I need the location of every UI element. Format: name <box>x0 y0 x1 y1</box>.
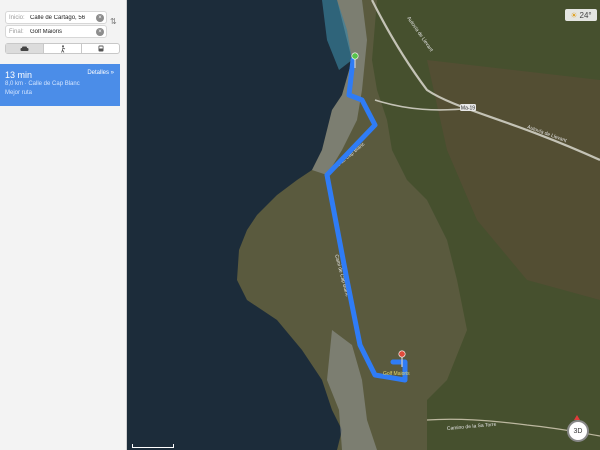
transit-icon <box>98 45 103 51</box>
route-distance: 8,0 km · Calle de Cap Blanc <box>5 81 80 87</box>
clear-start-icon[interactable]: × <box>96 13 104 22</box>
end-pin-icon <box>398 350 406 358</box>
walk-mode-button[interactable] <box>44 44 82 53</box>
3d-button[interactable]: 3D <box>567 420 589 442</box>
start-label: Inicio: <box>9 14 25 21</box>
start-input[interactable]: Calle de Cartago, 56 <box>30 15 96 21</box>
directions-sidebar: Inicio: Calle de Cartago, 56 × Final: Go… <box>0 0 127 450</box>
car-mode-button[interactable] <box>6 44 44 53</box>
walk-icon <box>60 44 65 53</box>
route-time: 13 min <box>5 70 33 80</box>
end-input[interactable]: Golf Maioris <box>30 29 96 35</box>
route-best-label: Mejor ruta <box>5 90 33 96</box>
sun-icon: ☀ <box>570 10 578 20</box>
place-label-golf-maioris[interactable]: Golf Maioris <box>383 371 410 377</box>
weather-badge: ☀ 24° <box>565 9 597 21</box>
transit-mode-button[interactable] <box>82 44 119 53</box>
start-field[interactable]: Inicio: Calle de Cartago, 56 × <box>5 11 107 24</box>
highway-shield-label: Ma-19 <box>461 106 475 112</box>
transport-mode-selector <box>5 43 120 54</box>
route-option[interactable]: 13 min Detalles » 8,0 km · Calle de Cap … <box>0 64 120 106</box>
3d-label: 3D <box>573 427 583 435</box>
car-icon <box>20 46 29 51</box>
temperature: 24° <box>579 10 592 20</box>
satellite-map[interactable]: Autovía de Llevant Autovía de Llevant Ma… <box>127 0 600 450</box>
end-field[interactable]: Final: Golf Maioris × <box>5 25 107 38</box>
scale-bar <box>132 444 174 448</box>
swap-icon[interactable]: ⇅ <box>110 17 117 26</box>
end-label: Final: <box>9 28 24 35</box>
start-pin-icon <box>351 52 359 60</box>
route-details-link[interactable]: Detalles » <box>87 70 114 76</box>
clear-end-icon[interactable]: × <box>96 27 104 36</box>
